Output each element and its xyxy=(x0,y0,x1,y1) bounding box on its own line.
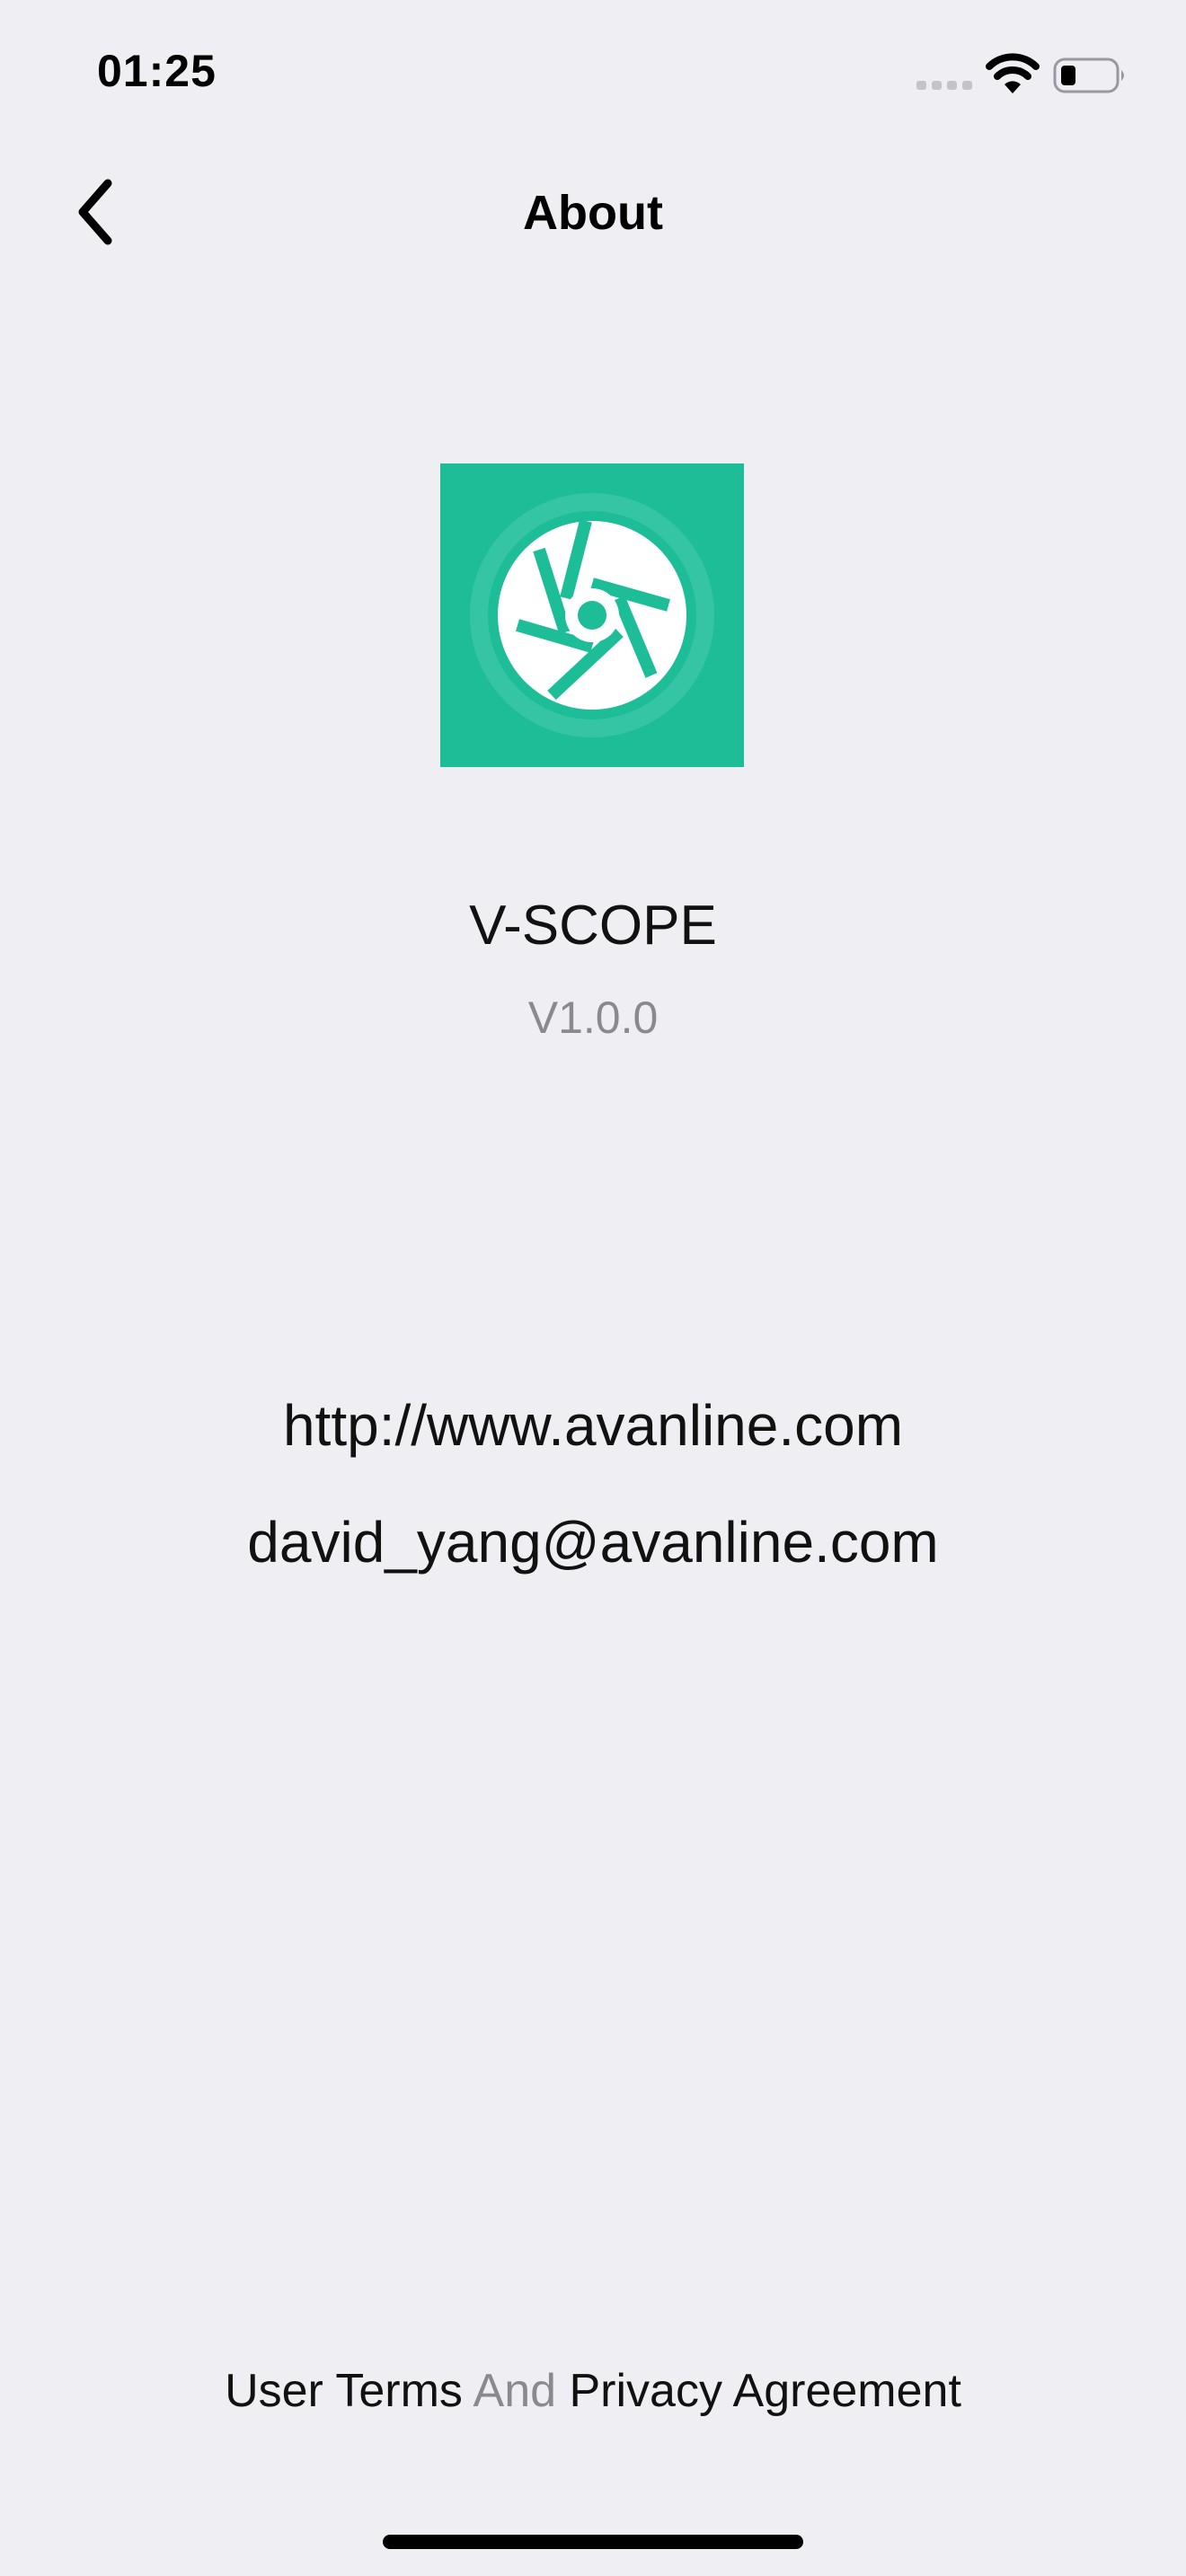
home-indicator[interactable] xyxy=(383,2535,803,2549)
app-version: V1.0.0 xyxy=(527,992,659,1043)
privacy-agreement-link[interactable]: Privacy Agreement xyxy=(570,2365,961,2417)
app-name: V-SCOPE xyxy=(469,895,717,957)
user-terms-link[interactable]: User Terms xyxy=(225,2365,463,2417)
footer-conjunction: And xyxy=(473,2365,557,2417)
email-link[interactable]: david_yang@avanline.com xyxy=(0,1509,1186,1575)
camera-shutter-icon xyxy=(470,493,714,737)
cellular-signal-icon xyxy=(916,81,972,90)
status-bar: 01:25 xyxy=(0,0,1186,153)
footer-links: User Terms And Privacy Agreement xyxy=(0,2364,1186,2418)
website-link[interactable]: http://www.avanline.com xyxy=(0,1392,1186,1459)
status-time: 01:25 xyxy=(97,46,217,96)
app-logo xyxy=(440,463,744,767)
about-screen: 01:25 About V-SCOPE V1.0.0 http://www.av… xyxy=(0,0,1186,2576)
wifi-icon xyxy=(986,53,1040,93)
battery-icon xyxy=(1053,57,1124,93)
page-title: About xyxy=(523,186,663,240)
navigation-bar: About xyxy=(0,153,1186,269)
